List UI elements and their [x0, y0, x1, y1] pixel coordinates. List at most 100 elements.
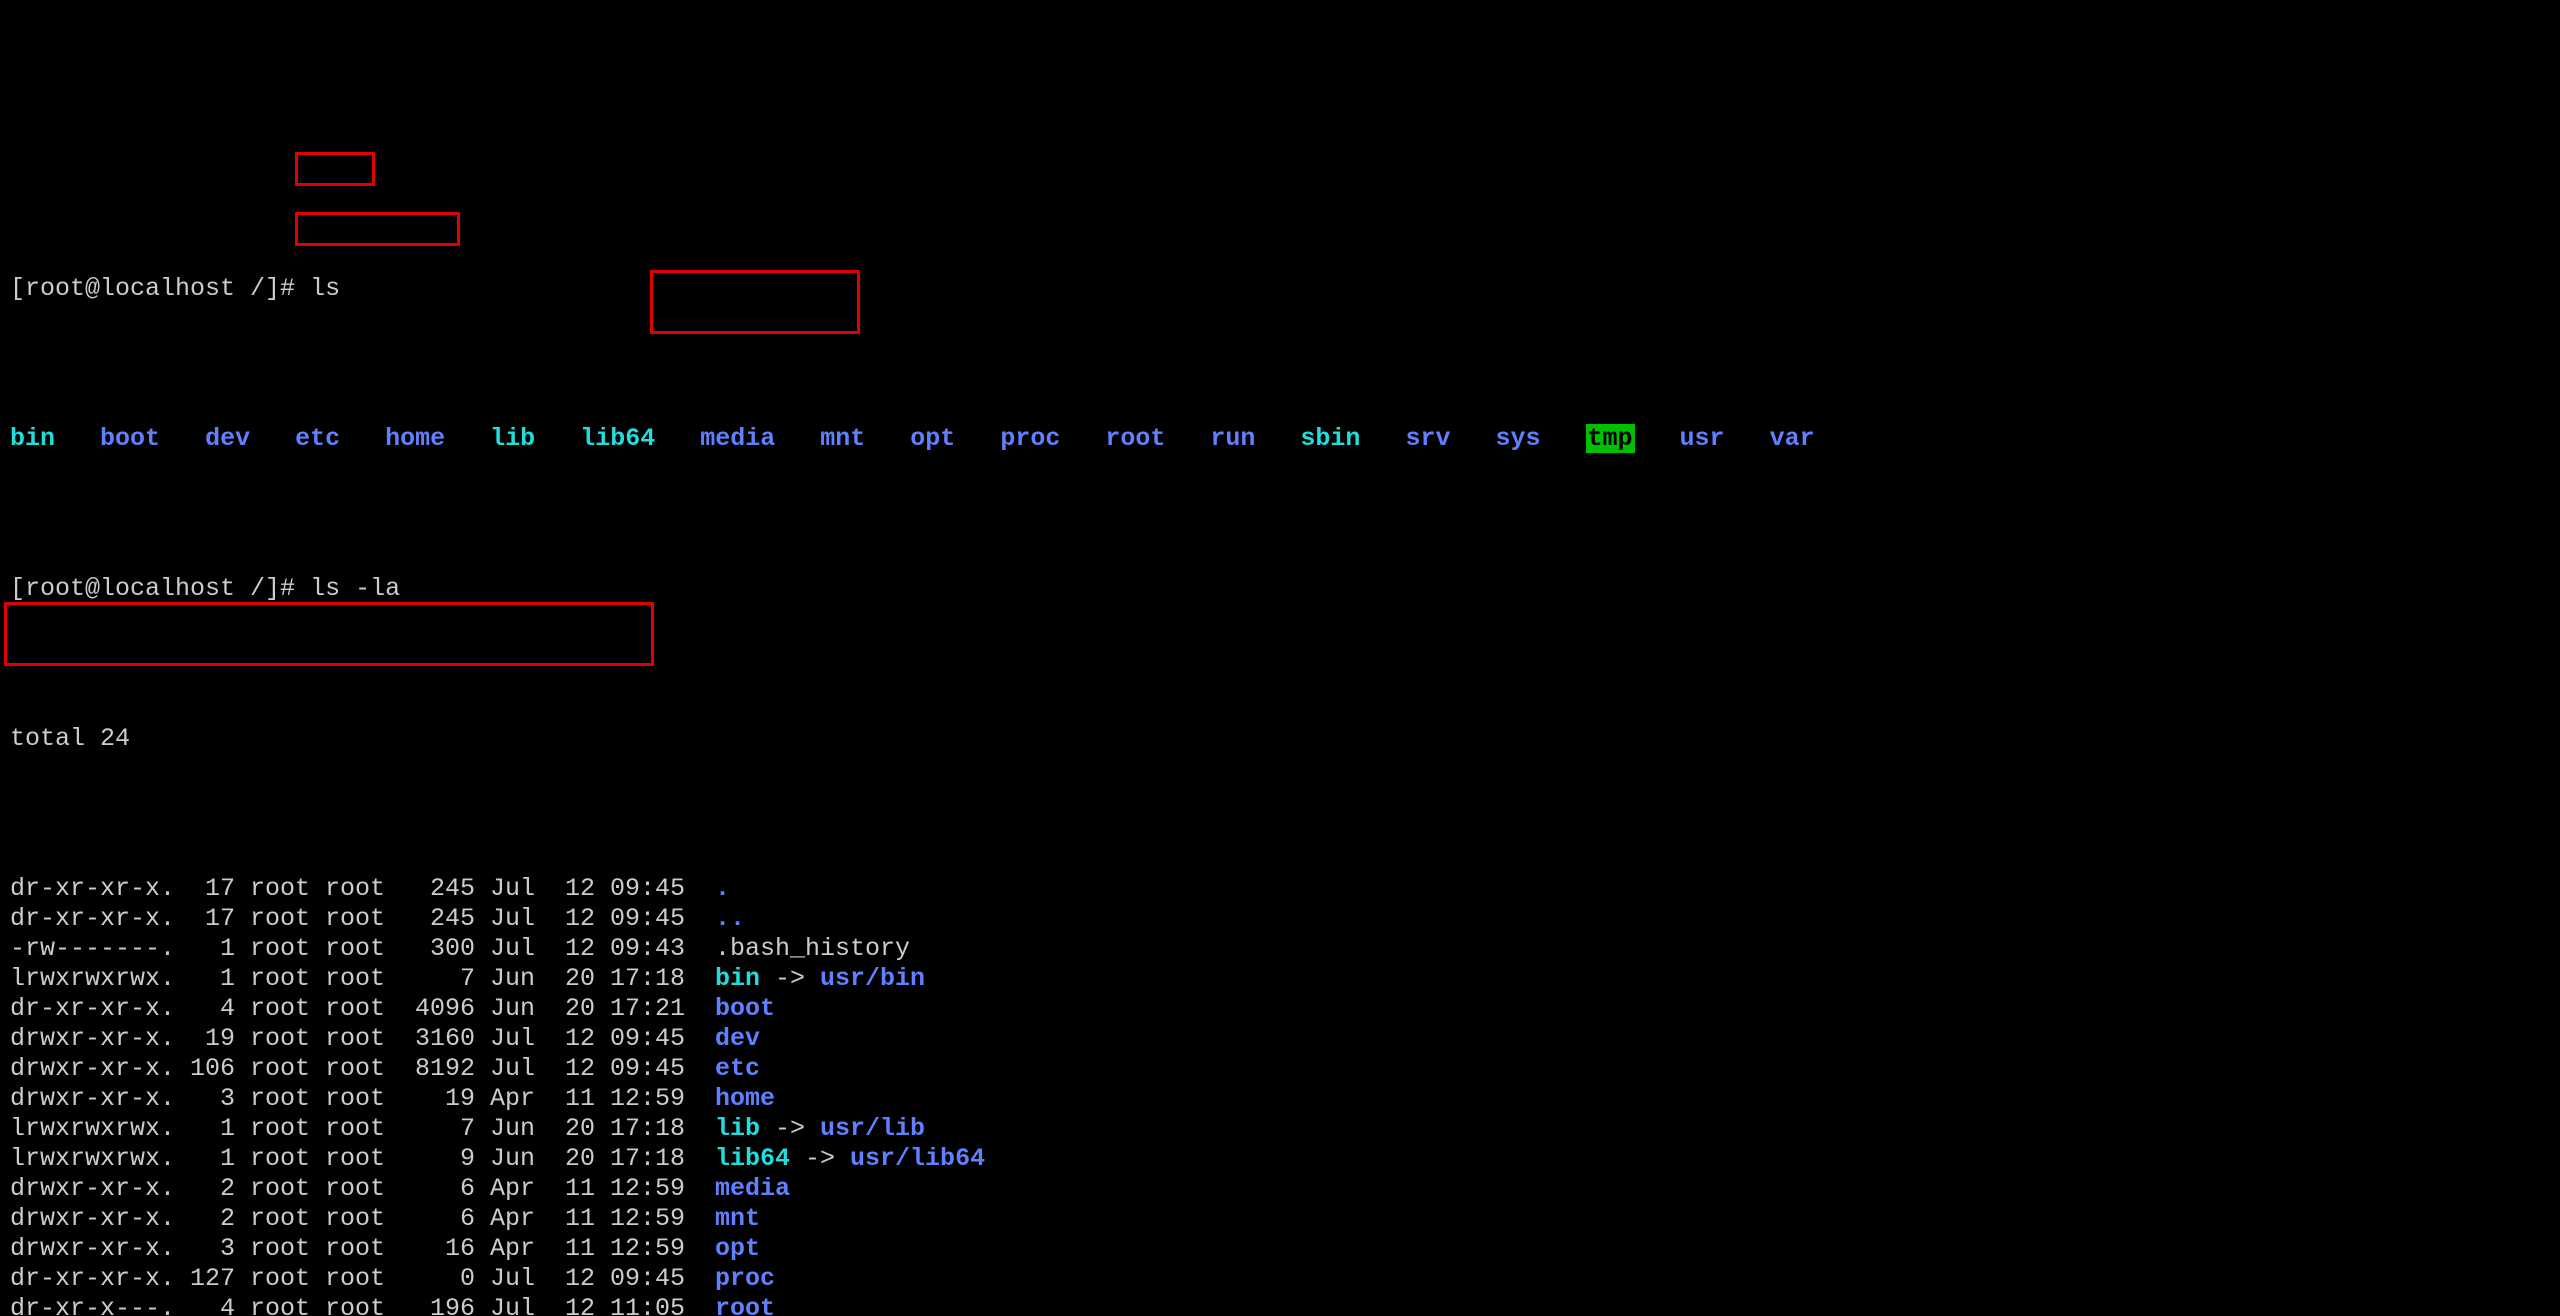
ls-entry: sys: [1495, 424, 1540, 453]
ls-entry: boot: [100, 424, 160, 453]
col-perms: drwxr-xr-x.: [10, 1234, 175, 1264]
ls-entry: proc: [1000, 424, 1060, 453]
sep: [595, 1024, 610, 1054]
sep: [235, 1054, 250, 1084]
col-filename: home: [715, 1084, 775, 1113]
prompt-line-2: [root@localhost /]# ls -la: [10, 574, 2550, 604]
col-owner: root: [250, 1204, 325, 1234]
col-group: root: [325, 1054, 400, 1084]
col-filename: root: [715, 1294, 775, 1316]
col-filename: mnt: [715, 1204, 760, 1233]
sep: [235, 1264, 250, 1294]
col-size: 196: [400, 1294, 475, 1316]
col-perms: drwxr-xr-x.: [10, 1084, 175, 1114]
col-nlink: 4: [175, 1294, 235, 1316]
col-group: root: [325, 1114, 400, 1144]
col-owner: root: [250, 1114, 325, 1144]
col-month: Jul: [490, 934, 550, 964]
col-group: root: [325, 1204, 400, 1234]
col-time: 11:05: [610, 1294, 700, 1316]
col-perms: lrwxrwxrwx.: [10, 1144, 175, 1174]
sep: [700, 1264, 715, 1294]
ls-entry: dev: [205, 424, 250, 453]
col-month: Jul: [490, 1264, 550, 1294]
col-perms: -rw-------.: [10, 934, 175, 964]
sep: [595, 1204, 610, 1234]
col-size: 16: [400, 1234, 475, 1264]
col-nlink: 1: [175, 1114, 235, 1144]
col-group: root: [325, 1264, 400, 1294]
sep: [595, 1174, 610, 1204]
total-line: total 24: [10, 724, 2550, 754]
sep: [595, 1054, 610, 1084]
col-perms: dr-xr-x---.: [10, 1294, 175, 1316]
sep: [700, 1084, 715, 1114]
col-size: 245: [400, 904, 475, 934]
ls-entry: media: [700, 424, 775, 453]
annotation-box-ls-la: [295, 212, 460, 246]
col-filename: etc: [715, 1054, 760, 1083]
col-size: 300: [400, 934, 475, 964]
col-day: 20: [550, 1144, 595, 1174]
col-month: Apr: [490, 1204, 550, 1234]
col-owner: root: [250, 1024, 325, 1054]
sep: [235, 964, 250, 994]
col-day: 20: [550, 994, 595, 1024]
sep: [235, 1144, 250, 1174]
listing-row: dr-xr-xr-x.17 rootroot245 Jul12 09:45 ..: [10, 904, 2550, 934]
sep: [700, 1114, 715, 1144]
ls-output-line: bin boot dev etc home lib lib64 media mn…: [10, 424, 2550, 454]
col-time: 12:59: [610, 1174, 700, 1204]
sep: [235, 874, 250, 904]
col-owner: root: [250, 1234, 325, 1264]
sep: [475, 1114, 490, 1144]
annotation-box-ls: [295, 152, 375, 186]
listing-row: drwxr-xr-x.2 rootroot6 Apr11 12:59 mnt: [10, 1204, 2550, 1234]
terminal[interactable]: [root@localhost /]# ls bin boot dev etc …: [0, 150, 2560, 1316]
sep: [700, 934, 715, 964]
col-size: 7: [400, 964, 475, 994]
col-month: Jul: [490, 1054, 550, 1084]
col-filename: boot: [715, 994, 775, 1023]
sep: [595, 1264, 610, 1294]
listing-row: dr-xr-xr-x.4 rootroot4096 Jun20 17:21 bo…: [10, 994, 2550, 1024]
col-perms: dr-xr-xr-x.: [10, 904, 175, 934]
symlink-arrow: ->: [760, 964, 820, 993]
col-perms: drwxr-xr-x.: [10, 1174, 175, 1204]
col-owner: root: [250, 874, 325, 904]
sep: [475, 1294, 490, 1316]
sep: [475, 1204, 490, 1234]
prompt-line-1: [root@localhost /]# ls: [10, 274, 2550, 304]
col-month: Apr: [490, 1174, 550, 1204]
sep: [595, 1294, 610, 1316]
col-group: root: [325, 904, 400, 934]
col-owner: root: [250, 1174, 325, 1204]
sep: [475, 1144, 490, 1174]
command-ls: ls: [310, 274, 340, 303]
col-day: 12: [550, 904, 595, 934]
listing-row: lrwxrwxrwx.1 rootroot7 Jun20 17:18 bin -…: [10, 964, 2550, 994]
sep: [700, 1204, 715, 1234]
col-filename: ..: [715, 904, 745, 933]
col-group: root: [325, 994, 400, 1024]
listing-row: dr-xr-x---.4 rootroot196 Jul12 11:05 roo…: [10, 1294, 2550, 1316]
col-group: root: [325, 1144, 400, 1174]
col-owner: root: [250, 1054, 325, 1084]
symlink-target: usr/lib: [820, 1114, 925, 1143]
col-day: 20: [550, 964, 595, 994]
listing-row: drwxr-xr-x.3 rootroot16 Apr11 12:59 opt: [10, 1234, 2550, 1264]
col-perms: drwxr-xr-x.: [10, 1024, 175, 1054]
sep: [475, 1174, 490, 1204]
col-group: root: [325, 1174, 400, 1204]
col-owner: root: [250, 1084, 325, 1114]
symlink-arrow: ->: [790, 1144, 850, 1173]
col-day: 11: [550, 1174, 595, 1204]
sep: [700, 1174, 715, 1204]
listing-row: drwxr-xr-x.2 rootroot6 Apr11 12:59 media: [10, 1174, 2550, 1204]
col-month: Apr: [490, 1234, 550, 1264]
col-filename: bin: [715, 964, 760, 993]
col-month: Apr: [490, 1084, 550, 1114]
ls-entry: lib64: [580, 424, 655, 453]
col-nlink: 2: [175, 1174, 235, 1204]
ls-entry: sbin: [1300, 424, 1360, 453]
